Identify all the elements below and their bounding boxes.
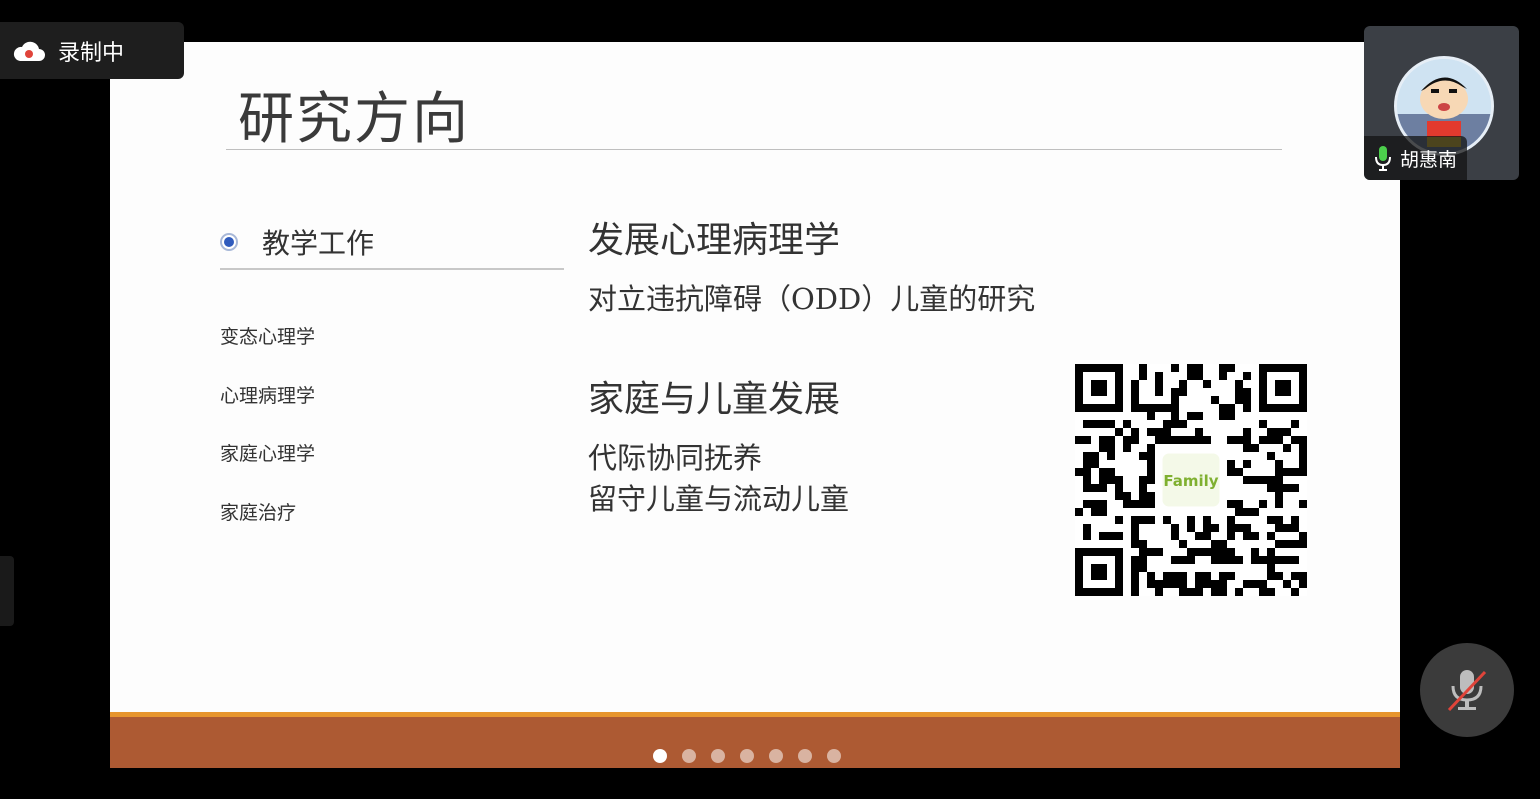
page-dot[interactable] bbox=[769, 749, 783, 763]
section-heading: 发展心理病理学 bbox=[588, 220, 841, 261]
tab-teaching[interactable]: 教学工作 bbox=[220, 222, 374, 262]
section-heading: 家庭与儿童发展 bbox=[588, 379, 841, 420]
presentation-slide: 研究方向 教学工作 变态心理学 心理病理学 家庭心理学 家庭治疗 发展心理病理学… bbox=[110, 42, 1400, 768]
course-item: 变态心理学 bbox=[220, 326, 316, 348]
cloud-icon bbox=[13, 41, 46, 61]
section-item: 对立违抗障碍（ODD）儿童的研究 bbox=[588, 282, 1036, 316]
qr-code: Family bbox=[1075, 364, 1307, 596]
page-dot[interactable] bbox=[711, 749, 725, 763]
radio-selected-icon bbox=[220, 233, 238, 251]
mute-button[interactable] bbox=[1420, 643, 1514, 737]
section-item: 留守儿童与流动儿童 bbox=[588, 482, 850, 516]
page-dot[interactable] bbox=[740, 749, 754, 763]
page-dot[interactable] bbox=[798, 749, 812, 763]
participant-tile[interactable]: 胡惠南 bbox=[1364, 26, 1519, 180]
section-item: 代际协同抚养 bbox=[588, 441, 763, 475]
page-dot[interactable] bbox=[653, 749, 667, 763]
slide-title: 研究方向 bbox=[238, 87, 470, 152]
course-item: 家庭心理学 bbox=[220, 443, 316, 465]
course-item: 心理病理学 bbox=[220, 385, 316, 407]
course-item: 家庭治疗 bbox=[220, 502, 297, 524]
participant-name: 胡惠南 bbox=[1400, 148, 1458, 171]
recording-indicator[interactable]: 录制中 bbox=[0, 22, 184, 79]
mic-muted-icon bbox=[1447, 670, 1487, 712]
participant-namebar: 胡惠南 bbox=[1364, 136, 1468, 180]
page-dot[interactable] bbox=[827, 749, 841, 763]
qr-logo-text: Family bbox=[1163, 472, 1218, 490]
page-dot[interactable] bbox=[682, 749, 696, 763]
slide-footer bbox=[110, 712, 1400, 768]
tab-label: 教学工作 bbox=[262, 227, 375, 260]
tab-underline bbox=[220, 268, 564, 270]
side-panel-handle[interactable] bbox=[0, 556, 14, 626]
title-divider bbox=[226, 149, 1282, 150]
pagination bbox=[653, 749, 841, 763]
recording-label: 录制中 bbox=[58, 40, 125, 66]
mic-on-icon bbox=[1375, 146, 1391, 171]
